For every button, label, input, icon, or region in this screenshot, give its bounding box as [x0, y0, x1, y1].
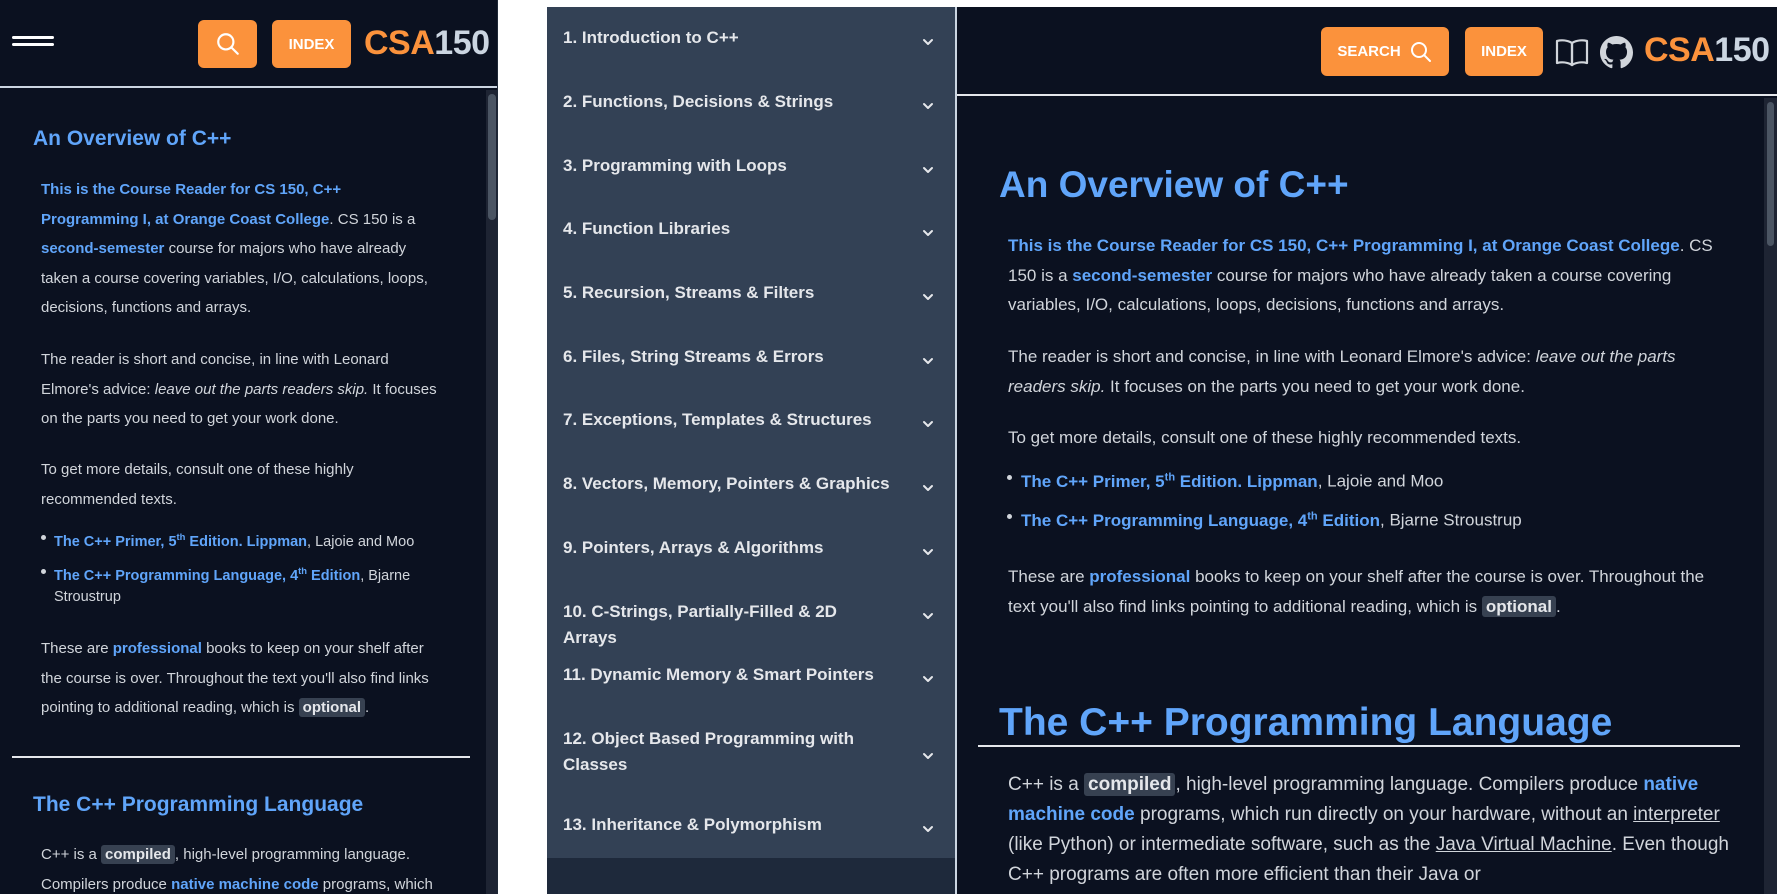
nav-chapter-item[interactable]: 5. Recursion, Streams & Filters [547, 280, 955, 310]
chevron-down-icon[interactable] [921, 672, 935, 686]
section-divider [12, 756, 470, 758]
cpp-primer-link[interactable]: The C++ Primer, 5th Edition. Lippman [54, 531, 307, 550]
details-paragraph: To get more details, consult one of thes… [1008, 428, 1522, 447]
search-icon [216, 33, 239, 55]
language-heading: The C++ Programming Language [33, 793, 364, 816]
nav-chapter-item[interactable]: 4. Function Libraries [547, 216, 955, 246]
nav-chapter-label: 10. C-Strings, Partially-Filled & 2D Arr… [563, 602, 837, 647]
desktop-content: An Overview of C++ This is the Course Re… [957, 98, 1764, 894]
search-button[interactable] [198, 20, 257, 68]
nav-footer [547, 858, 955, 894]
cpp-language-link[interactable]: The C++ Programming Language, 4th Editio… [1021, 510, 1380, 530]
github-icon[interactable] [1600, 36, 1633, 69]
list-item: The C++ Programming Language, 4th Editio… [41, 560, 444, 608]
nav-chapter-label: 13. Inheritance & Polymorphism [563, 815, 822, 834]
nav-chapter-label: 2. Functions, Decisions & Strings [563, 92, 834, 111]
nav-chapter-label: 8. Vectors, Memory, Pointers & Graphics [563, 474, 890, 493]
cpp-primer-link[interactable]: The C++ Primer, 5th Edition. Lippman [1021, 471, 1318, 491]
nav-chapter-label: 6. Files, String Streams & Errors [563, 347, 824, 366]
book-open-icon[interactable] [1555, 37, 1589, 67]
professional-link[interactable]: professional [1089, 567, 1190, 586]
mobile-header: INDEX CSA150 [0, 0, 497, 88]
nav-chapter-item[interactable]: 13. Inheritance & Polymorphism [547, 812, 955, 842]
reader-paragraph: The reader is short and concise, in line… [41, 351, 437, 427]
course-reader-link[interactable]: This is the Course Reader for CS 150, C+… [41, 181, 341, 228]
nav-chapter-item[interactable]: 8. Vectors, Memory, Pointers & Graphics [547, 471, 955, 501]
details-paragraph: To get more details, consult one of thes… [41, 461, 354, 508]
reader-paragraph: The reader is short and concise, in line… [1008, 347, 1676, 396]
search-icon [1410, 41, 1431, 62]
interpreter-link[interactable]: interpreter [1633, 804, 1720, 825]
compiled-badge: compiled [1084, 773, 1176, 796]
list-item: The C++ Primer, 5th Edition. Lippman, La… [1007, 465, 1721, 494]
screenshot-stage: INDEX CSA150 An Overview of C++ This is … [0, 0, 1777, 894]
mobile-scrollbar[interactable] [486, 90, 497, 894]
chevron-down-icon[interactable] [921, 354, 935, 368]
overview-heading: An Overview of C++ [999, 164, 1349, 205]
chevron-down-icon[interactable] [921, 822, 935, 836]
chapter-nav: 1. Introduction to C++ 2. Functions, Deci… [547, 7, 955, 894]
overview-heading: An Overview of C++ [33, 127, 232, 150]
cpp-language-link[interactable]: The C++ Programming Language, 4th Editio… [54, 565, 360, 584]
nav-chapter-item[interactable]: 2. Functions, Decisions & Strings [547, 89, 955, 119]
chevron-down-icon[interactable] [921, 609, 935, 623]
chevron-down-icon[interactable] [921, 290, 935, 304]
list-item: The C++ Primer, 5th Edition. Lippman, La… [41, 526, 444, 553]
chevron-down-icon[interactable] [921, 749, 935, 763]
course-reader-link[interactable]: This is the Course Reader for CS 150, C+… [1008, 236, 1680, 255]
nav-chapter-item[interactable]: 3. Programming with Loops [547, 153, 955, 183]
professional-paragraph: These are professional books to keep on … [1008, 567, 1705, 617]
professional-link[interactable]: professional [113, 640, 202, 657]
desktop-view: SEARCH INDEX CSA150 An Overview of C++ T… [955, 7, 1777, 894]
language-heading: The C++ Programming Language [999, 701, 1613, 744]
index-button[interactable]: INDEX [1465, 27, 1543, 76]
site-logo[interactable]: CSA150 [364, 24, 490, 63]
nav-chapter-item[interactable]: 11. Dynamic Memory & Smart Pointers [547, 662, 955, 692]
nav-chapter-item[interactable]: 9. Pointers, Arrays & Algorithms [547, 535, 955, 565]
nav-chapter-label: 11. Dynamic Memory & Smart Pointers [563, 665, 874, 684]
chevron-down-icon[interactable] [921, 417, 935, 431]
compiled-badge: compiled [101, 845, 175, 864]
nav-chapter-item[interactable]: 6. Files, String Streams & Errors [547, 344, 955, 374]
language-paragraph: C++ is a compiled, high-level programmin… [1008, 773, 1729, 885]
second-semester-link[interactable]: second-semester [41, 240, 164, 257]
chevron-down-icon[interactable] [921, 163, 935, 177]
nav-chapter-item[interactable]: 12. Object Based Programming with Classe… [547, 726, 955, 782]
list-item: The C++ Programming Language, 4th Editio… [1007, 504, 1721, 533]
optional-badge: optional [1481, 595, 1556, 617]
mobile-content: An Overview of C++ This is the Course Re… [0, 90, 486, 894]
desktop-header: SEARCH INDEX CSA150 [957, 7, 1777, 96]
nav-chapter-label: 7. Exceptions, Templates & Structures [563, 410, 872, 429]
nav-chapter-label: 12. Object Based Programming with Classe… [563, 729, 854, 774]
nav-chapter-item[interactable]: 1. Introduction to C++ [547, 25, 955, 55]
intro-paragraph: This is the Course Reader for CS 150, C+… [41, 181, 428, 316]
optional-badge: optional [298, 698, 365, 717]
chevron-down-icon[interactable] [921, 99, 935, 113]
second-semester-link[interactable]: second-semester [1072, 266, 1212, 285]
intro-paragraph: This is the Course Reader for CS 150, C+… [1008, 236, 1713, 314]
mobile-view: INDEX CSA150 An Overview of C++ This is … [0, 0, 498, 894]
professional-paragraph: These are professional books to keep on … [41, 640, 429, 717]
index-button[interactable]: INDEX [272, 20, 351, 68]
nav-chapter-label: 1. Introduction to C++ [563, 28, 739, 47]
chevron-down-icon[interactable] [921, 481, 935, 495]
desktop-scrollbar[interactable] [1764, 98, 1777, 894]
language-paragraph: C++ is a compiled, high-level programmin… [41, 845, 433, 893]
nav-chapter-label: 5. Recursion, Streams & Filters [563, 283, 815, 302]
nav-chapter-label: 3. Programming with Loops [563, 156, 787, 175]
chevron-down-icon[interactable] [921, 545, 935, 559]
jvm-link[interactable]: Java Virtual Machine [1436, 834, 1612, 855]
native-code-link[interactable]: native machine code [171, 876, 319, 893]
site-logo[interactable]: CSA150 [1644, 31, 1770, 70]
section-divider [978, 745, 1740, 747]
search-button[interactable]: SEARCH [1321, 27, 1449, 76]
chevron-down-icon[interactable] [921, 226, 935, 240]
hamburger-menu-icon[interactable] [12, 36, 54, 52]
nav-chapter-item[interactable]: 10. C-Strings, Partially-Filled & 2D Arr… [547, 599, 955, 647]
nav-chapter-item[interactable]: 7. Exceptions, Templates & Structures [547, 407, 955, 437]
nav-chapter-label: 4. Function Libraries [563, 219, 731, 238]
chevron-down-icon[interactable] [921, 35, 935, 49]
nav-chapter-label: 9. Pointers, Arrays & Algorithms [563, 538, 824, 557]
